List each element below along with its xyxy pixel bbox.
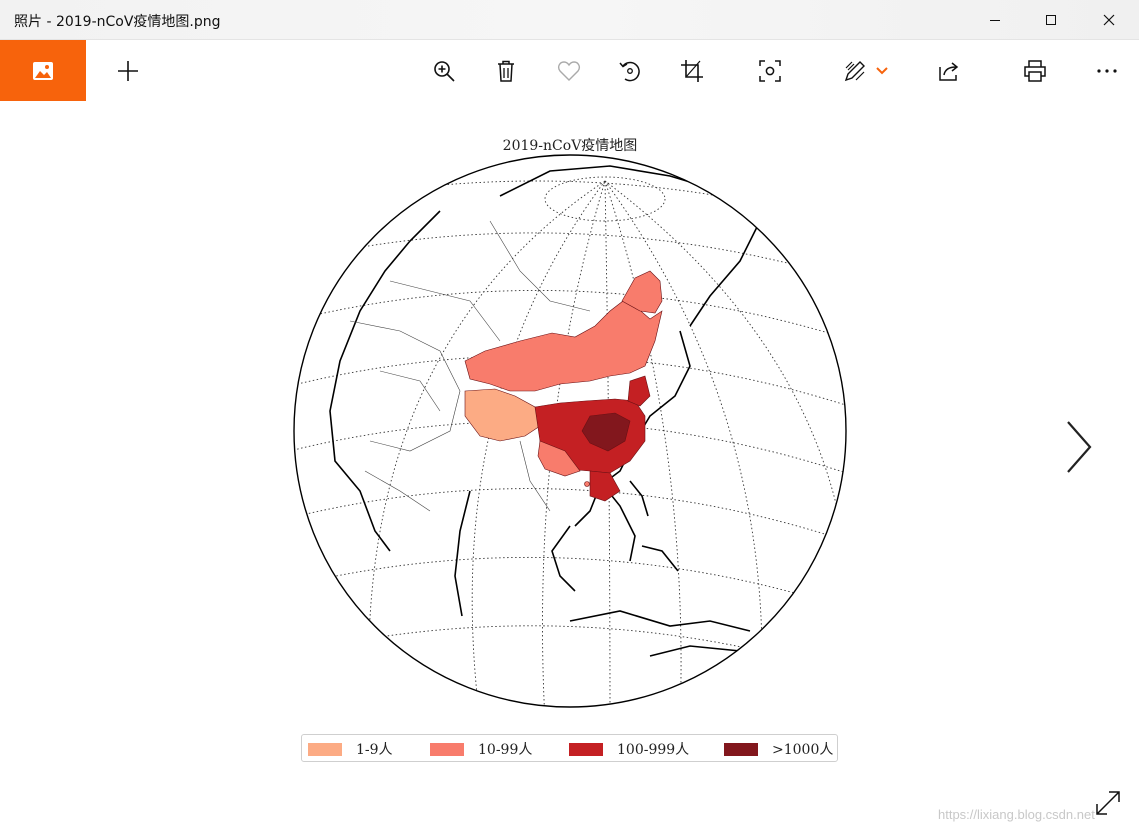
legend-swatch <box>724 742 758 756</box>
zoom-in-icon <box>434 60 455 82</box>
rotate-icon <box>619 61 640 81</box>
rotate-button[interactable] <box>607 40 653 101</box>
enhance-icon <box>759 59 781 82</box>
legend-item: 1-9人 <box>308 735 393 763</box>
maximize-icon <box>1046 15 1056 25</box>
favorite-button[interactable] <box>546 40 592 101</box>
window-title: 照片 - 2019-nCoV疫情地图.png <box>14 14 221 30</box>
enhance-button[interactable] <box>747 40 793 101</box>
legend-label: 1-9人 <box>356 742 393 758</box>
expand-icon <box>1096 791 1120 815</box>
china-choropleth <box>464 270 663 502</box>
legend-label: 100-999人 <box>617 742 690 758</box>
close-icon <box>1103 14 1115 26</box>
edit-dropdown[interactable] <box>864 40 900 101</box>
legend-swatch <box>569 742 603 756</box>
photos-app-button[interactable] <box>0 40 86 101</box>
maximize-button[interactable] <box>1028 0 1074 40</box>
chevron-right-icon <box>1067 421 1092 473</box>
delete-icon <box>498 60 514 82</box>
legend-item: >1000人 <box>724 735 833 763</box>
legend-label: 10-99人 <box>478 742 533 758</box>
legend-label: >1000人 <box>772 742 834 758</box>
close-button[interactable] <box>1086 0 1132 40</box>
toolbar <box>0 40 1139 101</box>
zoom-button[interactable] <box>421 40 467 101</box>
crop-button[interactable] <box>669 40 715 101</box>
watermark: https://lixiang.blog.csdn.net <box>938 807 1095 822</box>
add-button[interactable] <box>105 40 151 101</box>
crop-icon <box>681 59 703 82</box>
photos-app-icon <box>33 61 53 80</box>
minimize-button[interactable] <box>972 0 1018 40</box>
favorite-heart-icon <box>558 60 580 81</box>
share-icon <box>939 61 959 81</box>
legend-item: 10-99人 <box>430 735 532 763</box>
plus-icon <box>118 60 138 81</box>
next-image-button[interactable] <box>1060 419 1096 475</box>
legend-item: 100-999人 <box>569 735 689 763</box>
globe-map <box>293 154 847 708</box>
fullscreen-button[interactable] <box>1093 788 1123 818</box>
image-viewer: 2019-nCoV疫情地图 1-9人 10-99人 100-999人 >1000… <box>0 101 1139 833</box>
share-button[interactable] <box>926 40 972 101</box>
minimize-icon <box>990 20 1000 21</box>
print-button[interactable] <box>1012 40 1058 101</box>
more-icon <box>1097 68 1117 73</box>
title-bar: 照片 - 2019-nCoV疫情地图.png <box>0 0 1139 40</box>
legend-swatch <box>430 742 464 756</box>
chevron-down-icon <box>876 66 888 74</box>
map-legend: 1-9人 10-99人 100-999人 >1000人 <box>301 734 838 762</box>
delete-button[interactable] <box>483 40 529 101</box>
print-icon <box>1024 59 1046 82</box>
more-button[interactable] <box>1084 40 1130 101</box>
legend-swatch <box>308 742 342 756</box>
